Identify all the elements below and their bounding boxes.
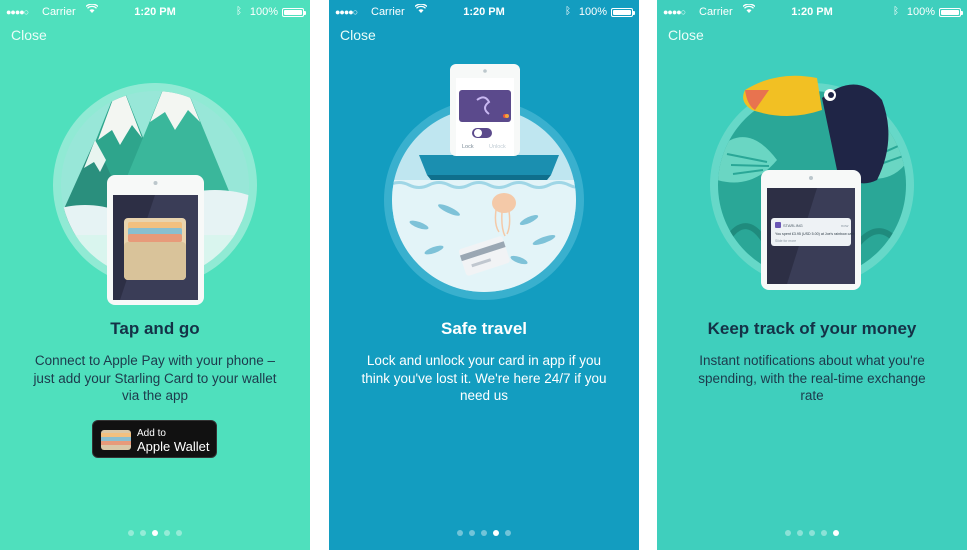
battery-percent: 100%	[249, 6, 278, 18]
add-to-apple-wallet-button[interactable]: Add to Apple Wallet	[92, 420, 217, 458]
screen-title: Tap and go	[110, 319, 200, 338]
screen-safe-travel: ●●●●○ Carrier 1:20 PM ᛒ 100% Close Lock …	[329, 0, 639, 550]
wallet-icon	[101, 430, 131, 450]
mountains-illustration	[53, 83, 257, 305]
page-dot	[469, 530, 475, 536]
wallet-button-line1: Add to	[137, 428, 166, 439]
screen-description: Lock and unlock your card in app if you …	[361, 353, 607, 403]
page-dot	[140, 530, 146, 536]
toucan-illustration: STARLING now You spent £3.95 (USD 5.00) …	[710, 75, 914, 290]
boat-illustration: Lock Unlock	[384, 64, 584, 300]
page-indicator	[329, 523, 639, 541]
status-bar: ●●●●○ Carrier 1:20 PM ᛒ 100%	[6, 3, 306, 20]
screen-tap-and-go: ●●●●○ Carrier 1:20 PM ᛒ 100% Close Tap a…	[0, 0, 310, 550]
screen-title: Safe travel	[441, 319, 527, 338]
page-indicator	[0, 523, 310, 541]
notification-app: STARLING	[783, 223, 803, 228]
onboarding-screens: ●●●●○ Carrier 1:20 PM ᛒ 100% Close Tap a…	[0, 0, 968, 550]
page-dot	[164, 530, 170, 536]
lock-label: Lock	[462, 144, 474, 150]
status-bar: ●●●●○ Carrier 1:20 PM ᛒ 100%	[663, 3, 963, 20]
page-dot	[785, 530, 791, 536]
page-dot	[176, 530, 182, 536]
screen-keep-track: ●●●●○ Carrier 1:20 PM ᛒ 100% Close STARL…	[657, 0, 967, 550]
notification-text: You spent £3.95 (USD 5.00) at Joe's rain…	[775, 232, 854, 236]
battery-icon	[939, 8, 963, 17]
page-dot	[797, 530, 803, 536]
screen-title: Keep track of your money	[707, 319, 917, 338]
page-dot-active	[833, 530, 839, 536]
page-dot	[128, 530, 134, 536]
page-dot	[481, 530, 487, 536]
battery-percent: 100%	[578, 6, 607, 18]
page-dot	[457, 530, 463, 536]
page-dot	[505, 530, 511, 536]
bluetooth-icon: ᛒ	[236, 6, 242, 17]
close-button[interactable]: Close	[668, 27, 704, 43]
status-bar: ●●●●○ Carrier 1:20 PM ᛒ 100%	[335, 3, 635, 20]
wallet-button-line2: Apple Wallet	[137, 439, 210, 454]
battery-icon	[282, 8, 306, 17]
screen-description: Instant notifications about what you're …	[698, 353, 926, 403]
battery-icon	[611, 8, 635, 17]
close-button[interactable]: Close	[340, 27, 376, 43]
bluetooth-icon: ᛒ	[893, 6, 899, 17]
screen-description: Connect to Apple Pay with your phone – j…	[33, 353, 277, 403]
notification-sub: Slide for more	[775, 239, 796, 243]
page-dot-active	[493, 530, 499, 536]
page-indicator	[657, 523, 967, 541]
page-dot	[821, 530, 827, 536]
unlock-label: Unlock	[489, 144, 506, 150]
battery-percent: 100%	[906, 6, 935, 18]
bluetooth-icon: ᛒ	[565, 6, 571, 17]
notification-time: now	[841, 223, 848, 228]
page-dot	[809, 530, 815, 536]
page-dot-active	[152, 530, 158, 536]
close-button[interactable]: Close	[11, 27, 47, 43]
